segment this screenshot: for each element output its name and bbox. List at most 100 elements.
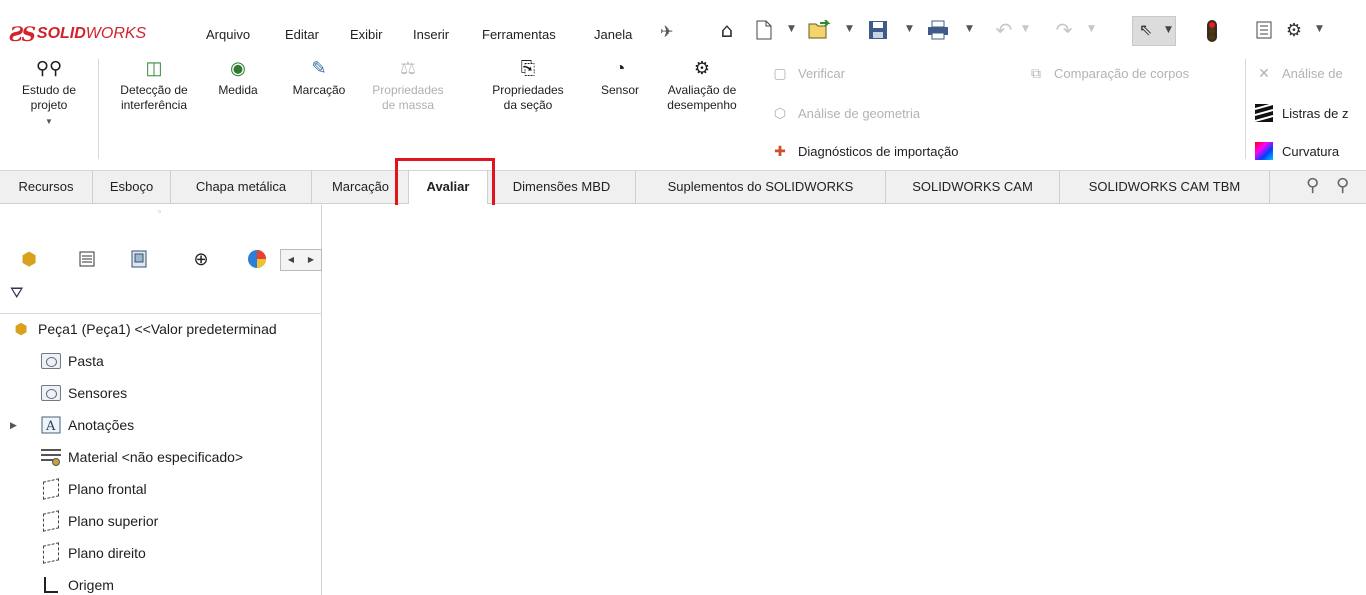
title-bar: ƧS SOLID WORKS Arquivo Editar Exibir Ins…: [0, 0, 1366, 55]
import-diagnostics-button[interactable]: ✚ Diagnósticos de importação: [770, 142, 958, 160]
tree-item-anotacoes[interactable]: ▶ A Anotações: [0, 411, 322, 439]
panel-tab-scroll[interactable]: ◀ ▶: [280, 249, 322, 271]
mass-properties-icon: ⚖: [399, 58, 417, 78]
dimxpert-tab-icon[interactable]: ⊕: [186, 244, 216, 274]
home-icon[interactable]: ⌂: [713, 16, 741, 44]
geometry-analysis-label: Análise de geometria: [798, 105, 921, 121]
redo-dropdown-icon[interactable]: ▼: [1088, 24, 1095, 34]
tree-item-sensores[interactable]: Sensores: [0, 379, 322, 407]
svg-text:A: A: [45, 419, 56, 434]
save-icon[interactable]: [864, 16, 892, 44]
tab-solidworks-cam-tbm[interactable]: SOLIDWORKS CAM TBM: [1060, 171, 1270, 204]
menu-editar[interactable]: Editar: [285, 27, 319, 42]
command-manager-tabs: Recursos Esboço Chapa metálica Marcação …: [0, 170, 1366, 204]
design-study-button[interactable]: ⚲⚲ Estudo de projeto ▼: [4, 55, 94, 129]
menu-ferramentas[interactable]: Ferramentas: [482, 27, 556, 42]
curvature-button[interactable]: Curvatura: [1254, 142, 1339, 160]
tab-recursos[interactable]: Recursos: [0, 171, 93, 204]
graphics-area[interactable]: [323, 205, 1366, 595]
options-gear-icon[interactable]: ⚙: [1280, 16, 1308, 44]
interference-detection-button[interactable]: ◫ Detecção de interferência: [104, 55, 204, 113]
mass-properties-button[interactable]: ⚖ Propriedades de massa: [362, 55, 454, 113]
markup-label: Marcação: [292, 83, 346, 97]
import-diagnostics-icon: ✚: [774, 142, 786, 159]
undo-icon[interactable]: ↶: [990, 16, 1018, 44]
performance-evaluation-button[interactable]: ⚙ Avaliação de desempenho: [656, 55, 748, 113]
geometry-analysis-button[interactable]: ⬡ Análise de geometria: [770, 104, 920, 122]
file-properties-icon[interactable]: [1250, 16, 1278, 44]
tree-item-label: Pasta: [68, 353, 104, 369]
interference-label1: Detecção de: [120, 83, 188, 97]
tab-esboco[interactable]: Esboço: [93, 171, 171, 204]
panel-grip-icon[interactable]: ◦: [157, 208, 162, 218]
tree-item-label: Plano frontal: [68, 481, 147, 497]
tab-suplementos[interactable]: Suplementos do SOLIDWORKS: [636, 171, 886, 204]
print-dropdown-icon[interactable]: ▼: [966, 24, 973, 34]
tree-root-part[interactable]: ⬢ Peça1 (Peça1) <<Valor predeterminad: [0, 315, 322, 343]
brand-light: WORKS: [85, 25, 147, 42]
scroll-left-icon[interactable]: ◀: [281, 250, 301, 270]
undo-dropdown-icon[interactable]: ▼: [1022, 24, 1029, 34]
select-dropdown-icon[interactable]: ▼: [1165, 25, 1172, 35]
compare-bodies-icon: ⧉: [1031, 64, 1041, 81]
compare-bodies-label: Comparação de corpos: [1054, 65, 1190, 81]
pin-icon[interactable]: ✈: [660, 22, 673, 41]
tree-item-origem[interactable]: Origem: [0, 571, 322, 595]
zebra-stripes-label: Listras de z: [1282, 105, 1349, 121]
mass-properties-label1: Propriedades: [372, 83, 444, 97]
tree-item-pasta[interactable]: Pasta: [0, 347, 322, 375]
tree-root-label: Peça1 (Peça1) <<Valor predeterminad: [38, 321, 277, 337]
markup-icon: ✎: [311, 58, 327, 78]
feature-manager-panel: ◦ ⬢ ⊕ ◀ ▶ ⛛ ⬢ Peça1 (Peça1) <<Valor pred…: [0, 205, 322, 595]
sensors-icon: [40, 382, 62, 404]
design-study-dropdown-icon[interactable]: ▼: [45, 117, 53, 126]
open-icon[interactable]: [806, 16, 834, 44]
tree-item-plano-direito[interactable]: Plano direito: [0, 539, 322, 567]
configuration-manager-tab-icon[interactable]: [124, 244, 154, 274]
tab-chapa-metalica[interactable]: Chapa metálica: [171, 171, 312, 204]
feature-tree-tab-icon[interactable]: ⬢: [14, 244, 44, 274]
zoom-search-icon[interactable]: ⚲: [1306, 175, 1319, 196]
solidworks-logo[interactable]: ƧS SOLID WORKS: [9, 22, 146, 46]
filter-icon[interactable]: ⛛: [10, 283, 23, 303]
zebra-stripes-button[interactable]: Listras de z: [1254, 104, 1348, 122]
options-dropdown-icon[interactable]: ▼: [1316, 24, 1323, 34]
tab-dimensoes-mbd[interactable]: Dimensões MBD: [488, 171, 636, 204]
tree-item-label: Plano superior: [68, 513, 159, 529]
zoom-area-icon[interactable]: ⚲: [1336, 175, 1349, 196]
measure-label: Medida: [218, 83, 258, 97]
expand-arrow-icon[interactable]: ▶: [10, 420, 17, 431]
tree-item-label: Origem: [68, 577, 114, 593]
tab-solidworks-cam[interactable]: SOLIDWORKS CAM: [886, 171, 1060, 204]
display-manager-tab-icon[interactable]: [242, 244, 272, 274]
print-icon[interactable]: [924, 16, 952, 44]
rebuild-traffic-light-icon[interactable]: [1207, 20, 1217, 42]
sensor-button[interactable]: ◔ Sensor: [590, 55, 650, 98]
tree-item-plano-frontal[interactable]: Plano frontal: [0, 475, 322, 503]
new-document-icon[interactable]: [750, 16, 778, 44]
performance-evaluation-icon: ⚙: [693, 58, 711, 78]
redo-icon[interactable]: ↷: [1050, 16, 1078, 44]
compare-bodies-button[interactable]: ⧉ Comparação de corpos: [1026, 64, 1189, 82]
sensor-label: Sensor: [600, 83, 640, 97]
section-properties-button[interactable]: ⎘ Propriedades da seção: [480, 55, 576, 113]
tree-item-plano-superior[interactable]: Plano superior: [0, 507, 322, 535]
property-manager-tab-icon[interactable]: [72, 244, 102, 274]
tree-item-material[interactable]: Material <não especificado>: [0, 443, 322, 471]
draft-analysis-button[interactable]: ✕ Análise de: [1254, 64, 1343, 82]
menu-exibir[interactable]: Exibir: [350, 27, 383, 42]
menu-arquivo[interactable]: Arquivo: [206, 27, 250, 42]
menu-janela[interactable]: Janela: [594, 27, 632, 42]
select-button[interactable]: ⇖ ▼: [1132, 16, 1176, 46]
interference-detection-icon: ◫: [145, 58, 163, 78]
new-dropdown-icon[interactable]: ▼: [788, 24, 795, 34]
scroll-right-icon[interactable]: ▶: [301, 250, 321, 270]
open-dropdown-icon[interactable]: ▼: [846, 24, 853, 34]
check-button[interactable]: ▢ Verificar: [770, 64, 845, 82]
ribbon-separator: [98, 59, 99, 159]
menu-inserir[interactable]: Inserir: [413, 27, 449, 42]
markup-button[interactable]: ✎ Marcação: [284, 55, 354, 98]
measure-button[interactable]: ◉ Medida: [210, 55, 266, 98]
check-icon: ▢: [773, 64, 787, 81]
save-dropdown-icon[interactable]: ▼: [906, 24, 913, 34]
